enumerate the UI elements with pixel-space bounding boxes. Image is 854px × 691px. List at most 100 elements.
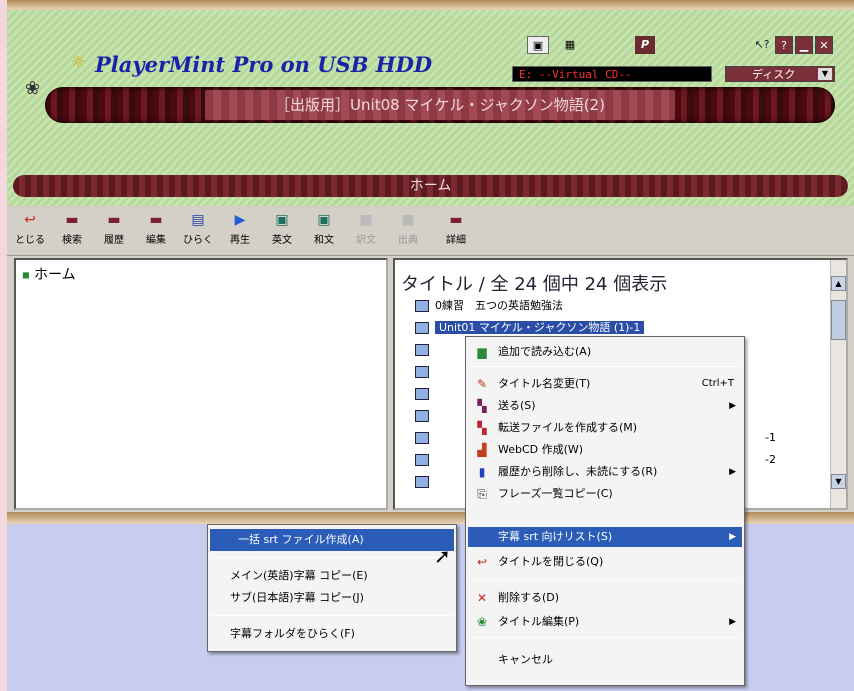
menu-item-label: 字幕フォルダをひらく(F) [230,627,355,640]
submenu-item-batch-srt[interactable]: 一括 srt ファイル作成(A) [210,529,454,551]
context-menu: ▆ 追加で読み込む(A) ✎ タイトル名変更(T) Ctrl+T ▚ 送る(S) ▶ ▚ 転… [465,336,745,686]
toolbar-button-play[interactable]: ▶ 再生 [221,210,259,250]
p-icon[interactable]: P [635,36,655,54]
paw-icon: ❀ [476,615,488,629]
tree-item-label: ホーム [34,267,76,283]
toolbar-label: 検索 [62,235,82,246]
book-icon: ▮ [478,465,486,479]
book-icon [415,410,429,422]
menu-item-delete[interactable]: ✕ 削除する(D) [468,587,742,609]
book-icon [415,366,429,378]
menu-item-edit-title[interactable]: ❀ タイトル編集(P) ▶ [468,611,742,633]
tree-item-home[interactable]: ■ ホーム [22,264,76,284]
menu-item-create-transfer-file[interactable]: ▚ 転送ファイルを作成する(M) [468,417,742,439]
toolbar-button-history[interactable]: ▬ 履歴 [95,210,133,250]
list-item[interactable]: Unit01 マイケル・ジャクソン物語 (1)-1 [401,320,821,336]
book-icon [415,300,429,312]
toolbar-label: 和文 [314,235,334,246]
toolbar-label: 再生 [230,235,250,246]
toolbar-label: 編集 [146,235,166,246]
toolbar-label: ひらく [183,235,213,246]
submenu-item-copy-sub-subtitles[interactable]: サブ(日本語)字幕 コピー(J) [210,587,454,609]
toolbar [7,206,854,256]
close-title-icon: ↩ [476,555,488,569]
menu-item-rename-title[interactable]: ✎ タイトル名変更(T) Ctrl+T [468,373,742,395]
submenu-item-open-subtitle-folder[interactable]: 字幕フォルダをひらく(F) [210,623,454,645]
toolbar-button-translation[interactable]: ■ 訳文 [347,210,385,250]
mouse-pointer-icon: ➚ [434,544,451,568]
webcd-icon: ▟ [477,443,487,457]
menu-item-label: WebCD 作成(W) [498,443,584,456]
menu-item-create-webcd[interactable]: ▟ WebCD 作成(W) [468,439,742,461]
toolbar-label: 英文 [272,235,292,246]
monitor-icon[interactable]: ▣ [527,36,549,54]
help-cursor-icon[interactable]: ↖? [753,36,771,54]
toolbar-button-english[interactable]: ▣ 英文 [263,210,301,250]
submenu-arrow-icon: ▶ [729,532,736,542]
open-book-icon: ▤ [191,212,205,228]
menu-item-label: タイトル編集(P) [498,615,580,628]
scroll-up-icon[interactable]: ▲ [831,276,846,291]
folder-icon: ▆ [477,345,487,359]
toolbar-label: とじる [15,235,45,246]
tree-pane: ■ ホーム [14,258,388,510]
edit-icon: ▬ [149,212,163,228]
scroll-thumb[interactable] [831,300,846,340]
drive-display[interactable]: E: --Virtual CD-- [512,66,712,82]
list-item-label: 0練習 五つの英語勉強法 [435,299,563,312]
menu-item-label: 追加で読み込む(A) [498,345,592,358]
disk-button[interactable]: ディスク ▼ [725,66,835,82]
menu-item-label: サブ(日本語)字幕 コピー(J) [230,591,364,604]
submenu-item-copy-main-subtitles[interactable]: メイン(英語)字幕 コピー(E) [210,565,454,587]
scroll-down-icon[interactable]: ▼ [831,474,846,489]
toolbar-button-search[interactable]: ▬ 検索 [53,210,91,250]
toolbar-button-open[interactable]: ▤ ひらく [179,210,217,250]
menu-item-cancel[interactable]: キャンセル [468,649,742,671]
toolbar-button-details[interactable]: ▬ 詳細 [437,210,475,250]
menu-item-label: 字幕 srt 向けリスト(S) [498,530,613,543]
search-icon: ▬ [65,212,79,228]
menu-item-label: 履歴から削除し、未読にする(R) [498,465,658,478]
toolbar-button-edit[interactable]: ▬ 編集 [137,210,175,250]
book-icon [415,476,429,488]
tree-node-icon: ■ [22,270,30,280]
menu-item-delete-history[interactable]: ▮ 履歴から削除し、未読にする(R) ▶ [468,461,742,483]
minimize-icon[interactable]: ▁ [795,36,813,54]
lightbulb-icon: ☼ [71,52,86,71]
toolbar-button-japanese[interactable]: ▣ 和文 [305,210,343,250]
close-icon[interactable]: ✕ [815,36,833,54]
menu-item-add-load[interactable]: ▆ 追加で読み込む(A) [468,341,742,363]
toolbar-button-close[interactable]: ↩ とじる [11,210,49,250]
list-item[interactable]: 0練習 五つの英語勉強法 [401,298,821,314]
menu-item-label: フレーズ一覧コピー(C) [498,487,613,500]
menu-separator [212,615,452,616]
menu-shortcut: Ctrl+T [701,378,734,389]
copy-icon: ⎘ [477,487,487,501]
close-icon: ↩ [24,212,36,228]
book-icon [415,322,429,334]
menu-item-label: 削除する(D) [498,591,560,604]
grid-icon[interactable]: ▦ [559,36,581,54]
top-border [7,0,854,10]
menu-item-send[interactable]: ▚ 送る(S) ▶ [468,395,742,417]
menu-item-close-title[interactable]: ↩ タイトルを閉じる(Q) [468,551,742,573]
send-icon: ▚ [477,399,487,413]
toolbar-button-source[interactable]: ■ 出典 [389,210,427,250]
menu-separator [470,579,740,580]
help-icon[interactable]: ? [775,36,793,54]
source-icon: ■ [401,212,415,228]
menu-item-copy-phrases[interactable]: ⎘ フレーズ一覧コピー(C) [468,483,742,505]
menu-separator [212,557,452,558]
menu-separator [470,366,740,367]
toolbar-label: 履歴 [104,235,124,246]
menu-separator [470,637,740,638]
srt-submenu: 一括 srt ファイル作成(A) メイン(英語)字幕 コピー(E) サブ(日本語… [207,524,457,652]
submenu-arrow-icon: ▶ [729,467,736,477]
menu-item-label: タイトル名変更(T) [498,377,591,390]
toolbar-label: 訳文 [356,235,376,246]
menu-item-srt-list[interactable]: 字幕 srt 向けリスト(S) ▶ [468,527,742,547]
chevron-down-icon[interactable]: ▼ [818,68,832,80]
details-icon: ▬ [449,212,463,228]
vertical-scrollbar[interactable]: ▲ ▼ [830,260,846,508]
rename-icon: ✎ [476,377,488,391]
